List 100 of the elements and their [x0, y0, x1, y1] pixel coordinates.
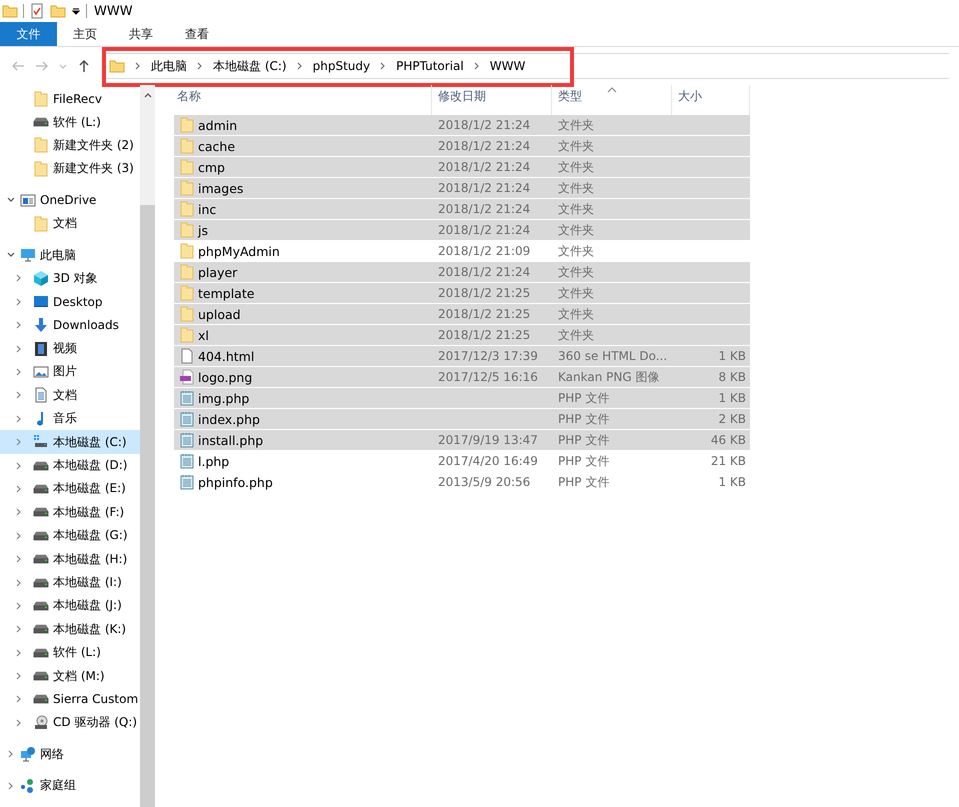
- nav-label: 本地磁盘 (J:): [53, 597, 122, 614]
- nav-label: 文档: [53, 386, 77, 404]
- file-row[interactable]: phpinfo.php 2013/5/9 20:56 PHP 文件 1 KB: [174, 472, 750, 492]
- scrollbar[interactable]: [140, 85, 155, 807]
- nav-item[interactable]: 文档: [0, 212, 140, 236]
- nav-item[interactable]: 视频: [0, 336, 140, 360]
- file-type: 文件夹: [558, 222, 595, 238]
- file-name: phpMyAdmin: [198, 244, 280, 258]
- file-row[interactable]: l.php 2017/4/20 16:49 PHP 文件 21 KB: [174, 451, 750, 471]
- breadcrumb[interactable]: phpStudy: [312, 59, 370, 73]
- chevron-right-icon[interactable]: [379, 61, 388, 71]
- file-name: l.php: [198, 454, 230, 468]
- nav-item[interactable]: Downloads: [0, 314, 140, 337]
- nav-item[interactable]: 家庭组: [0, 774, 140, 798]
- nav-item[interactable]: 软件 (L:): [0, 640, 140, 664]
- file-type: 文件夹: [558, 180, 595, 196]
- nav-label: 本地磁盘 (G:): [53, 527, 128, 544]
- nav-item[interactable]: Sierra Custom: [0, 688, 140, 712]
- nav-item[interactable]: 新建文件夹 (3): [0, 157, 140, 181]
- ribbon-tab[interactable]: 主页: [57, 22, 113, 46]
- file-row[interactable]: img.php PHP 文件 1 KB: [174, 388, 750, 408]
- folder-icon: [179, 264, 195, 280]
- window-title: WWW: [94, 4, 133, 18]
- chevron-right-icon[interactable]: [472, 61, 481, 71]
- nav-item[interactable]: Desktop: [0, 290, 140, 314]
- nav-item[interactable]: 文档: [0, 384, 140, 408]
- file-row[interactable]: logo.png 2017/12/5 16:16 Kankan PNG 图像 8 KB: [174, 367, 750, 387]
- nav-item[interactable]: 本地磁盘 (I:): [0, 570, 140, 594]
- desktop-icon: [33, 294, 49, 310]
- breadcrumb[interactable]: 本地磁盘 (C:): [213, 58, 287, 74]
- file-row[interactable]: 404.html 2017/12/3 17:39 360 se HTML Do... 1 KB: [174, 346, 750, 366]
- chevron-right-icon[interactable]: [296, 61, 304, 71]
- file-type: Kankan PNG 图像: [558, 368, 660, 386]
- nav-item[interactable]: 本地磁盘 (K:): [0, 618, 140, 641]
- nav-label: 音乐: [53, 410, 77, 428]
- folder-icon: [33, 216, 49, 232]
- file-tab[interactable]: 文件: [0, 22, 57, 46]
- nav-item[interactable]: 本地磁盘 (F:): [0, 500, 140, 524]
- nav-item[interactable]: 3D 对象: [0, 266, 140, 290]
- breadcrumb[interactable]: 此电脑: [151, 58, 187, 74]
- file-row[interactable]: inc 2018/1/2 21:24 文件夹: [174, 199, 750, 219]
- nav-item[interactable]: 图片: [0, 360, 140, 384]
- folder-icon: [179, 117, 195, 133]
- file-type: PHP 文件: [558, 410, 610, 428]
- folder-icon: [179, 159, 195, 175]
- breadcrumb[interactable]: WWW: [490, 59, 526, 73]
- file-row[interactable]: template 2018/1/2 21:25 文件夹: [174, 283, 750, 303]
- file-row[interactable]: upload 2018/1/2 21:25 文件夹: [174, 304, 750, 324]
- nav-label: 本地磁盘 (F:): [53, 504, 124, 521]
- file-row[interactable]: cmp 2018/1/2 21:24 文件夹: [174, 157, 750, 177]
- nav-item[interactable]: 文档 (M:): [0, 664, 140, 688]
- file-name: player: [198, 264, 238, 280]
- nav-item[interactable]: 新建文件夹 (2): [0, 134, 140, 158]
- file-row[interactable]: cache 2018/1/2 21:24 文件夹: [174, 136, 750, 156]
- nav-item[interactable]: OneDrive: [0, 188, 140, 212]
- network-icon: [20, 746, 36, 762]
- file-row[interactable]: index.php PHP 文件 2 KB: [174, 409, 750, 429]
- file-row[interactable]: images 2018/1/2 21:24 文件夹: [174, 178, 750, 198]
- nav-item[interactable]: CD 驱动器 (Q:): [0, 711, 140, 735]
- folder-icon: [179, 222, 195, 238]
- file-row[interactable]: admin 2018/1/2 21:24 文件夹: [174, 115, 750, 135]
- nav-item[interactable]: 本地磁盘 (D:): [0, 454, 140, 478]
- nav-item[interactable]: 本地磁盘 (E:): [0, 477, 140, 501]
- file-type: PHP 文件: [558, 432, 610, 448]
- nav-item[interactable]: 音乐: [0, 407, 140, 430]
- chevron-right-icon[interactable]: [134, 61, 142, 71]
- modified-date: 2018/1/2 21:24: [438, 181, 532, 195]
- scroll-thumb[interactable]: [140, 205, 155, 807]
- file-type: 文件夹: [558, 284, 595, 302]
- ribbon-tab[interactable]: 查看: [169, 22, 225, 46]
- breadcrumb[interactable]: PHPTutorial: [396, 59, 464, 73]
- nav-item[interactable]: 本地磁盘 (J:): [0, 594, 140, 618]
- cd-drive-icon: [33, 714, 49, 731]
- scroll-up-icon[interactable]: [142, 91, 152, 99]
- nav-item[interactable]: 本地磁盘 (G:): [0, 524, 140, 548]
- nav-label: 文档 (M:): [53, 668, 105, 685]
- chevron-right-icon[interactable]: [196, 61, 204, 71]
- nav-item[interactable]: 本地磁盘 (H:): [0, 547, 140, 571]
- drive-icon: [33, 648, 49, 658]
- drive-icon: [33, 484, 49, 494]
- nav-item[interactable]: 网络: [0, 742, 140, 766]
- nav-item[interactable]: 此电脑: [0, 243, 140, 267]
- file-row[interactable]: xl 2018/1/2 21:25 文件夹: [174, 325, 750, 345]
- file-row[interactable]: phpMyAdmin 2018/1/2 21:09 文件夹: [174, 241, 750, 261]
- nav-item[interactable]: 本地磁盘 (C:): [0, 430, 140, 454]
- drive-icon: [33, 600, 49, 611]
- dropdown-icon[interactable]: [71, 6, 81, 16]
- folder-icon[interactable]: [50, 3, 66, 19]
- file-name: cache: [198, 138, 236, 154]
- folder-icon[interactable]: [2, 3, 18, 19]
- file-row[interactable]: js 2018/1/2 21:24 文件夹: [174, 220, 750, 240]
- file-row[interactable]: install.php 2017/9/19 13:47 PHP 文件 46 KB: [174, 430, 750, 450]
- ribbon-tab[interactable]: 共享: [113, 22, 169, 46]
- nav-label: CD 驱动器 (Q:): [53, 714, 138, 732]
- file-type: PHP 文件: [558, 390, 610, 406]
- nav-item[interactable]: 软件 (L:): [0, 110, 140, 134]
- properties-icon[interactable]: [29, 3, 45, 19]
- file-row[interactable]: player 2018/1/2 21:24 文件夹: [174, 262, 750, 282]
- nav-item[interactable]: FileRecv: [0, 87, 140, 110]
- file-name: inc: [198, 202, 216, 216]
